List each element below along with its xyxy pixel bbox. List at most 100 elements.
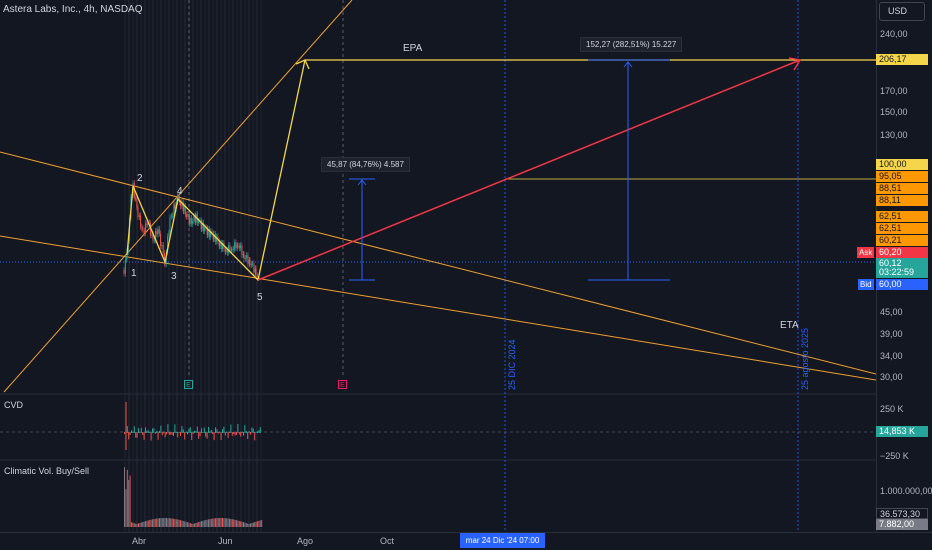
- candle-body: [244, 257, 246, 259]
- cvd-bar: [177, 432, 179, 438]
- cvd-bar: [202, 431, 204, 433]
- lower-channel-line[interactable]: [0, 235, 876, 381]
- candle-body: [186, 214, 188, 217]
- session-band: [212, 0, 214, 532]
- candle-body: [235, 242, 237, 248]
- candle-body: [138, 215, 140, 218]
- candle-body: [230, 249, 232, 251]
- candle-body: [232, 248, 234, 250]
- bid-label: Bid: [858, 279, 874, 290]
- session-band: [240, 0, 242, 532]
- price-tag-206: 206,17: [876, 54, 928, 65]
- volume-bar: [153, 519, 155, 527]
- candle-body: [141, 226, 143, 229]
- wave-label-2[interactable]: 2: [137, 173, 143, 184]
- cvd-value-tag: 14,853 K: [876, 426, 928, 437]
- candle-body: [237, 245, 239, 247]
- volume-bar: [133, 523, 135, 527]
- candle-body: [246, 255, 248, 258]
- cvd-bar: [254, 432, 256, 441]
- earnings-marker-2[interactable]: E: [338, 380, 347, 389]
- session-band: [144, 0, 146, 532]
- upper-channel-line[interactable]: [0, 151, 876, 375]
- volume-bar: [145, 521, 146, 527]
- volume-bar: [223, 518, 225, 527]
- main-chart-canvas[interactable]: [0, 0, 876, 532]
- volume-bar: [201, 521, 202, 527]
- wave-label-3[interactable]: 3: [171, 271, 177, 282]
- volume-bar: [259, 520, 261, 527]
- wave-label-1[interactable]: 1: [131, 268, 137, 279]
- volume-bar: [245, 523, 247, 527]
- session-band: [220, 0, 222, 532]
- symbol-title[interactable]: Astera Labs, Inc., 4h, NASDAQ: [3, 4, 143, 15]
- candle-body: [190, 218, 192, 224]
- cvd-bar: [168, 432, 170, 435]
- candle-body: [252, 263, 254, 265]
- candle-body: [136, 198, 138, 208]
- wave-label-4[interactable]: 4: [177, 186, 183, 197]
- volume-pane-title[interactable]: Climatic Vol. Buy/Sell: [4, 466, 89, 476]
- volume-bar: [198, 522, 200, 527]
- cvd-bar: [236, 432, 237, 435]
- cvd-bar: [178, 431, 180, 433]
- earnings-marker-1[interactable]: E: [184, 380, 193, 389]
- cvd-bar: [149, 431, 151, 433]
- session-band: [224, 0, 226, 532]
- eta-label[interactable]: ETA: [780, 320, 799, 331]
- cvd-bar: [215, 427, 216, 433]
- cvd-bar: [209, 431, 211, 433]
- volume-bar: [185, 521, 187, 527]
- measure-large-label[interactable]: 152,27 (282,51%) 15.227: [580, 37, 683, 52]
- cvd-bar: [188, 428, 190, 433]
- cvd-pane-title[interactable]: CVD: [4, 400, 23, 410]
- cvd-bar: [199, 432, 201, 437]
- cvd-bar: [124, 432, 125, 434]
- candle-body: [256, 275, 258, 277]
- volume-bar: [195, 522, 197, 527]
- volume-bar: [129, 475, 131, 527]
- session-band: [140, 0, 142, 532]
- volume-bar: [174, 518, 176, 527]
- volume-bar: [189, 523, 191, 527]
- wave-label-5[interactable]: 5: [257, 292, 263, 303]
- cvd-bar: [156, 430, 158, 433]
- cvd-bar: [132, 431, 134, 433]
- price-tick-30: 30,00: [880, 372, 903, 382]
- candle-body: [238, 245, 240, 249]
- candle-body: [137, 207, 139, 218]
- candle-body: [135, 197, 137, 199]
- candle-body: [226, 249, 228, 253]
- cvd-bar: [135, 432, 137, 438]
- cvd-bar: [217, 432, 219, 434]
- cvd-tick-neg-250k: −250 K: [880, 451, 909, 461]
- cvd-bar: [216, 429, 218, 433]
- cvd-bar: [140, 427, 142, 433]
- aug-2025-label: 25 agosto 2025: [800, 327, 810, 390]
- cvd-bar: [171, 432, 173, 435]
- volume-bar: [125, 489, 127, 527]
- measure-small-label[interactable]: 45,87 (84,76%) 4.587: [321, 157, 410, 172]
- cvd-bar: [198, 432, 200, 439]
- bid-price-tag: 60,00: [876, 279, 928, 290]
- candle-body: [142, 228, 144, 231]
- cvd-bar: [157, 432, 159, 440]
- session-band: [128, 0, 130, 532]
- candle-body: [187, 213, 189, 217]
- cvd-bar: [146, 430, 148, 433]
- session-band: [204, 0, 206, 532]
- session-band: [168, 0, 170, 532]
- session-band: [216, 0, 218, 532]
- volume-bar: [182, 520, 184, 527]
- chart-workspace[interactable]: Astera Labs, Inc., 4h, NASDAQ USD 240,00…: [0, 0, 932, 550]
- price-tag-95: 95,05: [876, 171, 928, 182]
- candle-body: [240, 245, 242, 249]
- candle-body: [170, 215, 172, 218]
- cvd-bar: [192, 432, 194, 434]
- price-tick-39: 39,00: [880, 329, 903, 339]
- epa-label[interactable]: EPA: [403, 43, 422, 54]
- candle-body: [229, 245, 231, 251]
- candle-body: [145, 223, 147, 234]
- cvd-bar: [219, 431, 221, 433]
- volume-bar: [170, 518, 172, 527]
